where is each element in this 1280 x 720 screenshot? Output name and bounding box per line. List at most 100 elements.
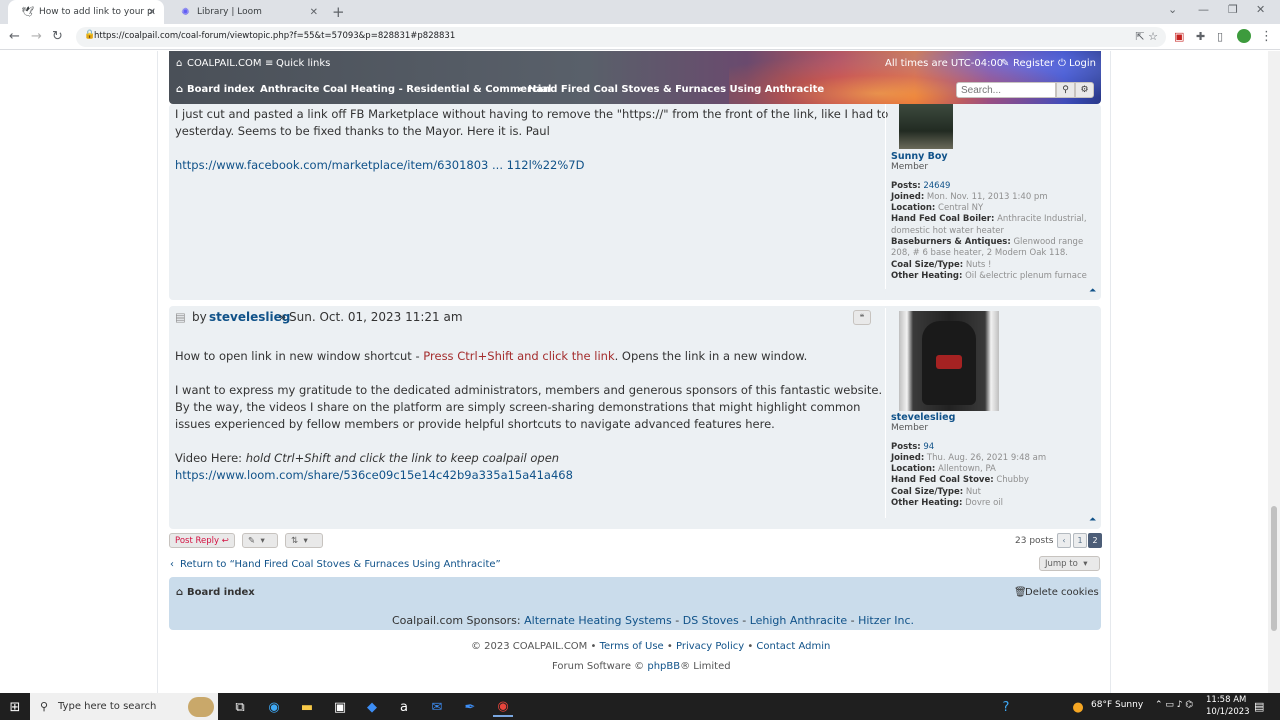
back-icon[interactable]: ←	[9, 29, 20, 44]
pdf-extension-icon[interactable]: ▣	[1174, 30, 1184, 43]
video-line: Video Here: hold Ctrl+Shift and click th…	[175, 450, 559, 467]
page-scrollbar[interactable]	[1268, 51, 1280, 693]
posts-count-link[interactable]: 24649	[923, 181, 950, 191]
author-name-link[interactable]: Sunny Boy	[891, 151, 1087, 162]
topic-tools-dropdown[interactable]: ✎ ▾	[242, 533, 278, 548]
search-icon: ⚲	[40, 700, 49, 713]
privacy-link[interactable]: Privacy Policy	[676, 641, 744, 652]
extensions-puzzle-icon[interactable]: ✚	[1196, 30, 1205, 43]
post-reply-button[interactable]: Post Reply ↩	[169, 533, 235, 548]
clock-time[interactable]: 11:58 AM	[1206, 695, 1246, 705]
sponsor-lehigh-link[interactable]: Lehigh Anthracite	[750, 614, 847, 627]
task-view-icon[interactable]: ⧉	[230, 697, 250, 717]
notifications-icon[interactable]: ▤	[1254, 700, 1264, 713]
store-icon[interactable]: ▣	[330, 697, 350, 717]
steveleslieg-avatar[interactable]	[899, 311, 999, 411]
author-rank: Member	[891, 423, 929, 434]
delete-cookies-link[interactable]: Delete cookies	[1025, 587, 1099, 598]
search-highlight-icon[interactable]	[188, 697, 214, 717]
dropbox-icon[interactable]: ◆	[362, 697, 382, 717]
breadcrumb-anthracite[interactable]: Anthracite Coal Heating - Residential & …	[260, 84, 551, 95]
video-label: Video Here:	[175, 451, 246, 465]
advanced-search-gear-icon[interactable]: ⚙	[1075, 82, 1094, 98]
quote-button-icon[interactable]: ❝	[853, 310, 871, 325]
sponsors-label: Coalpail.com Sponsors:	[392, 614, 521, 627]
breadcrumb-hand-fired[interactable]: Hand Fired Coal Stoves & Furnaces Using …	[528, 84, 824, 95]
breadcrumb-separator-icon: ‹	[250, 84, 255, 95]
minimize-icon[interactable]: —	[1198, 3, 1209, 16]
joined-value: Mon. Nov. 11, 2013 1:40 pm	[926, 191, 1048, 202]
coal-size-value: Nut	[965, 486, 981, 497]
hamburger-icon: ≡	[265, 58, 274, 69]
share-bookmark-icons[interactable]: ⇱ ☆	[1135, 30, 1158, 43]
close-tab-icon[interactable]: ✕	[148, 7, 156, 18]
post-sunny-boy: I just cut and pasted a link off FB Mark…	[169, 104, 1101, 300]
weather-sun-icon: ●	[1072, 699, 1084, 715]
sunny-boy-avatar[interactable]	[899, 104, 953, 149]
terms-link[interactable]: Terms of Use	[600, 641, 664, 652]
address-bar[interactable]: 🔒 https://coalpail.com/coal-forum/viewto…	[76, 27, 1166, 47]
tab-search-chevron-icon[interactable]: ⌄	[1168, 3, 1177, 16]
joined-label: Joined:	[891, 452, 925, 463]
chrome-icon[interactable]: ◉	[493, 697, 513, 717]
location-value: Allentown, PA	[938, 464, 996, 475]
author-name-link[interactable]: steveleslieg	[891, 412, 1046, 423]
loom-video-link[interactable]: https://www.loom.com/share/536ce09c15e14…	[175, 467, 573, 484]
side-panel-icon[interactable]: ▯	[1217, 30, 1223, 43]
forum-favicon-icon: 🕊	[21, 6, 34, 18]
amazon-icon[interactable]: a	[394, 697, 414, 717]
breadcrumb-board-index[interactable]: Board index	[187, 84, 255, 95]
contact-admin-link[interactable]: Contact Admin	[756, 641, 830, 652]
mail-icon[interactable]: ✉	[427, 697, 447, 717]
facebook-marketplace-link[interactable]: https://www.facebook.com/marketplace/ite…	[175, 157, 584, 174]
restore-icon[interactable]: ❐	[1228, 3, 1238, 16]
file-explorer-icon[interactable]: ▬	[297, 697, 317, 717]
clock-date[interactable]: 10/1/2023	[1206, 707, 1250, 717]
tab-forum[interactable]: 🕊 How to add link to your post - ✕	[8, 0, 164, 24]
return-to-forum-link[interactable]: Return to “Hand Fired Coal Stoves & Furn…	[180, 559, 501, 570]
profile-avatar[interactable]	[1237, 29, 1251, 43]
search-button-icon[interactable]: ⚲	[1056, 82, 1075, 98]
page-1-link[interactable]: 1	[1073, 533, 1087, 548]
quick-links-menu[interactable]: Quick links	[276, 58, 330, 69]
power-icon: ⏻	[1058, 58, 1066, 69]
coal-size-label: Coal Size/Type:	[891, 259, 964, 270]
windows-start-icon[interactable]: ⊞	[5, 697, 25, 717]
site-name-link[interactable]: COALPAIL.COM	[187, 58, 262, 69]
close-tab-icon[interactable]: ✕	[310, 7, 318, 18]
menu-kebab-icon[interactable]: ⋮	[1260, 29, 1273, 44]
previous-page-icon[interactable]: ‹	[1057, 533, 1071, 548]
edge-browser-icon[interactable]: ◉	[264, 697, 284, 717]
reload-icon[interactable]: ↻	[52, 29, 63, 44]
url-text: https://coalpail.com/coal-forum/viewtopi…	[94, 31, 456, 41]
pen-app-icon[interactable]: ✒	[460, 697, 480, 717]
back-to-top-icon[interactable]: ⏶	[1089, 515, 1096, 525]
location-value: Central NY	[938, 203, 984, 214]
tab-title: How to add link to your post -	[39, 7, 154, 17]
phpbb-link[interactable]: phpBB	[647, 661, 680, 672]
search-input[interactable]	[956, 82, 1056, 98]
back-to-top-icon[interactable]: ⏶	[1089, 286, 1096, 296]
coal-size-value: Nuts !	[965, 259, 992, 270]
footer-board-index-link[interactable]: Board index	[187, 587, 255, 598]
posts-count-link[interactable]: 94	[923, 442, 934, 452]
login-link[interactable]: Login	[1069, 58, 1096, 69]
new-tab-button[interactable]: +	[332, 3, 345, 21]
jump-to-dropdown[interactable]: Jump to ▾	[1039, 556, 1100, 571]
tab-loom[interactable]: ✺ Library | Loom ✕	[166, 0, 326, 24]
tray-icons[interactable]: ⌃ ▭ ♪ ⌬	[1155, 700, 1193, 710]
author-profile: steveleslieg Member Posts: 94 Joined: Th…	[891, 412, 1046, 509]
forward-icon[interactable]: →	[31, 29, 42, 44]
sort-display-dropdown[interactable]: ⇅ ▾	[285, 533, 323, 548]
help-icon[interactable]: ?	[996, 697, 1016, 717]
register-link[interactable]: Register	[1013, 58, 1054, 69]
posts-label: Posts:	[891, 180, 921, 191]
scrollbar-thumb[interactable]	[1271, 506, 1277, 631]
sponsor-hitzer-link[interactable]: Hitzer Inc.	[858, 614, 914, 627]
weather-text[interactable]: 68°F Sunny	[1091, 700, 1143, 710]
post-date-separator: »	[279, 310, 287, 324]
other-heating-value: Dovre oil	[965, 498, 1004, 509]
sponsor-ds-stoves-link[interactable]: DS Stoves	[683, 614, 739, 627]
sponsor-ahs-link[interactable]: Alternate Heating Systems	[524, 614, 672, 627]
close-window-icon[interactable]: ✕	[1256, 3, 1265, 16]
